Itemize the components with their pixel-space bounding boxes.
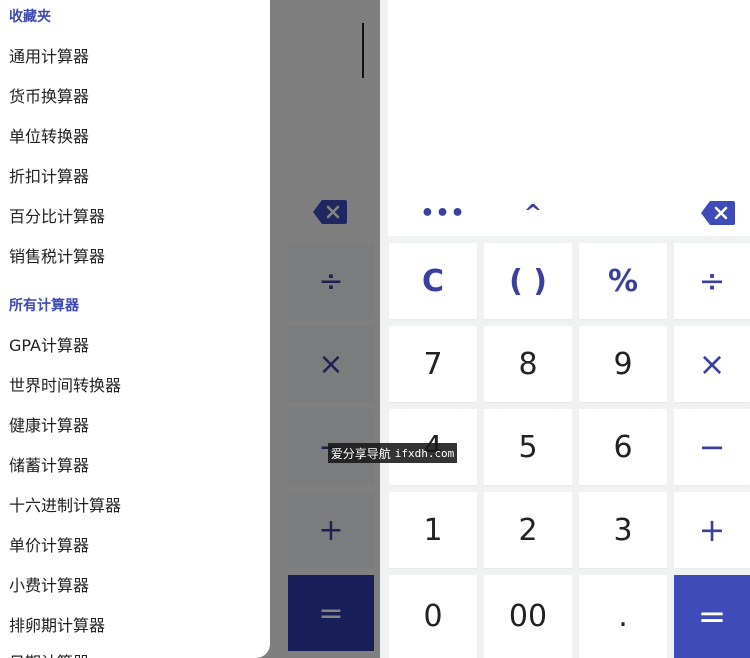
drawer-item-sales-tax-calculator[interactable]: 销售税计算器 xyxy=(9,243,105,267)
drawer-item-gpa-calculator[interactable]: GPA计算器 xyxy=(9,332,89,356)
clear-key[interactable]: C xyxy=(389,243,477,319)
equals-key[interactable]: = xyxy=(674,575,750,658)
drawer-item-date-calculator[interactable]: 日期计算器 xyxy=(9,649,89,658)
calculator-toolbar: ••• ^ xyxy=(388,190,750,236)
digit-3-key[interactable]: 3 xyxy=(579,492,667,568)
calculator-display xyxy=(388,0,750,190)
watermark-domain: ifxdh.com xyxy=(394,446,455,460)
all-calculators-section-title: 所有计算器 xyxy=(9,298,79,314)
drawer-item-health-calculator[interactable]: 健康计算器 xyxy=(9,412,89,436)
favorites-section-title: 收藏夹 xyxy=(9,9,51,25)
digit-5-key[interactable]: 5 xyxy=(484,409,572,485)
drawer-item-unit-price-calculator[interactable]: 单价计算器 xyxy=(9,532,89,556)
parentheses-key[interactable]: ( ) xyxy=(484,243,572,319)
calculator-panel: ••• ^ C ( ) % ÷ 7 8 9 × 4 5 6 − 1 2 3 + … xyxy=(380,0,750,658)
more-button[interactable]: ••• xyxy=(418,190,468,236)
drawer-item-unit-converter[interactable]: 单位转换器 xyxy=(9,123,89,147)
divide-key[interactable]: ÷ xyxy=(674,243,750,319)
digit-8-key[interactable]: 8 xyxy=(484,326,572,402)
drawer-item-percentage-calculator[interactable]: 百分比计算器 xyxy=(9,203,105,227)
drawer-item-currency-converter[interactable]: 货币换算器 xyxy=(9,83,89,107)
navigation-drawer: 收藏夹 通用计算器 货币换算器 单位转换器 折扣计算器 百分比计算器 销售税计算… xyxy=(0,0,270,658)
digit-1-key[interactable]: 1 xyxy=(389,492,477,568)
backspace-button[interactable] xyxy=(693,190,743,236)
decimal-point-key[interactable]: . xyxy=(579,575,667,658)
drawer-item-ovulation-calculator[interactable]: 排卵期计算器 xyxy=(9,612,105,636)
multiply-key[interactable]: × xyxy=(674,326,750,402)
drawer-item-general-calculator[interactable]: 通用计算器 xyxy=(9,43,89,67)
minus-key[interactable]: − xyxy=(674,409,750,485)
plus-key[interactable]: + xyxy=(674,492,750,568)
drawer-item-world-time-converter[interactable]: 世界时间转换器 xyxy=(9,372,121,396)
watermark-label: 爱分享导航 xyxy=(330,446,391,461)
digit-6-key[interactable]: 6 xyxy=(579,409,667,485)
digit-7-key[interactable]: 7 xyxy=(389,326,477,402)
drawer-item-discount-calculator[interactable]: 折扣计算器 xyxy=(9,163,89,187)
digit-9-key[interactable]: 9 xyxy=(579,326,667,402)
digit-2-key[interactable]: 2 xyxy=(484,492,572,568)
double-zero-key[interactable]: 00 xyxy=(484,575,572,658)
drawer-item-tip-calculator[interactable]: 小费计算器 xyxy=(9,572,89,596)
drawer-item-hex-calculator[interactable]: 十六进制计算器 xyxy=(9,492,121,516)
digit-0-key[interactable]: 0 xyxy=(389,575,477,658)
expand-button[interactable]: ^ xyxy=(508,190,558,236)
watermark: 爱分享导航 ifxdh.com xyxy=(328,443,457,463)
drawer-item-savings-calculator[interactable]: 储蓄计算器 xyxy=(9,452,89,476)
backspace-icon xyxy=(701,201,735,225)
percent-key[interactable]: % xyxy=(579,243,667,319)
